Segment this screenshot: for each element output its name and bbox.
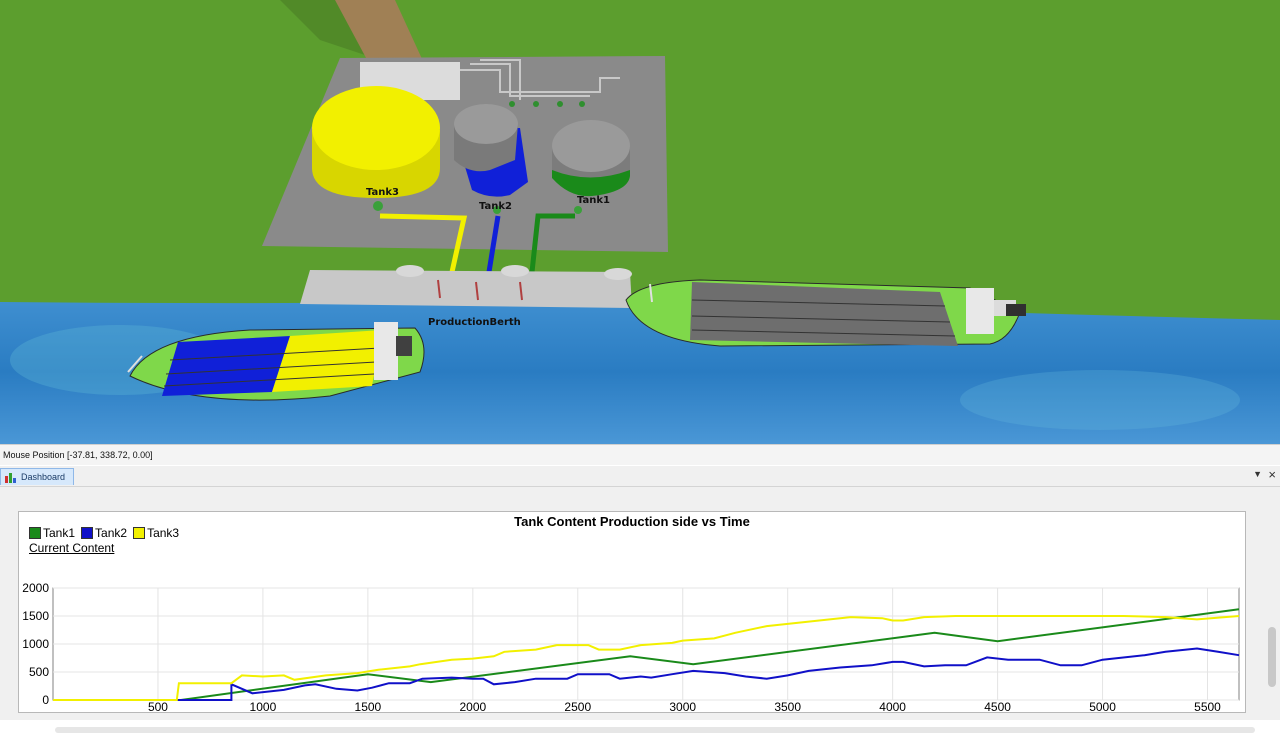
legend-label-tank1: Tank1 <box>43 526 76 540</box>
tank1-label: Tank1 <box>577 195 610 206</box>
3d-model-viewport[interactable]: Tank3 Tank2 Tank1 ProductionBerth <box>0 0 1280 444</box>
tank3-label: Tank3 <box>366 187 399 198</box>
close-icon[interactable]: × <box>1268 467 1276 482</box>
x-tick-label: 5500 <box>1194 700 1221 712</box>
x-tick-label: 3000 <box>669 700 696 712</box>
dashboard-body: Tank Content Production side vs Time Tan… <box>0 487 1280 733</box>
ship-right[interactable] <box>625 279 1026 347</box>
chart-legend: Tank1 Tank2 Tank3 <box>29 526 179 540</box>
production-berth[interactable] <box>300 270 632 308</box>
tank2-label: Tank2 <box>479 201 512 212</box>
y-tick-label: 2000 <box>22 581 49 595</box>
bar-chart-icon <box>5 472 17 483</box>
dashboard-tab-label: Dashboard <box>21 472 66 482</box>
x-tick-label: 3500 <box>774 700 801 712</box>
y-axis-label: Current Content <box>29 541 115 555</box>
plot-area[interactable]: 500 1000 1500 2000 2500 3000 3500 4000 4500 5000 5… <box>19 556 1245 712</box>
x-tick-label: 2500 <box>564 700 591 712</box>
tank1-model[interactable] <box>552 120 630 197</box>
chart-title: Tank Content Production side vs Time <box>514 514 750 529</box>
dashboard-tab[interactable]: Dashboard <box>0 468 75 485</box>
x-tick-label: 500 <box>148 700 168 712</box>
x-tick-label: 5000 <box>1089 700 1116 712</box>
legend-item-tank3[interactable]: Tank3 <box>133 526 179 540</box>
legend-label-tank3: Tank3 <box>147 526 180 540</box>
dashboard-header: Dashboard ▼ × <box>0 466 1280 487</box>
tank-content-chart: Tank Content Production side vs Time Tan… <box>18 511 1255 733</box>
mouse-position-readout: Mouse Position [-37.81, 338.72, 0.00] <box>3 450 153 460</box>
legend-swatch-tank3 <box>133 527 146 539</box>
legend-label-tank2: Tank2 <box>95 526 128 540</box>
legend-swatch-tank2 <box>81 527 94 539</box>
x-tick-label: 1500 <box>355 700 382 712</box>
x-tick-label: 1000 <box>250 700 277 712</box>
vertical-scrollbar[interactable] <box>1268 627 1276 687</box>
y-tick-label: 1500 <box>22 609 49 623</box>
x-tick-label: 2000 <box>459 700 486 712</box>
berth-label: ProductionBerth <box>428 317 521 328</box>
x-tick-label: 4500 <box>984 700 1011 712</box>
horizontal-scrollbar[interactable] <box>55 727 1255 733</box>
legend-swatch-tank1 <box>29 527 41 539</box>
x-tick-label: 4000 <box>879 700 906 712</box>
legend-item-tank1[interactable]: Tank1 <box>29 526 75 540</box>
legend-item-tank2[interactable]: Tank2 <box>81 526 127 540</box>
y-tick-label: 0 <box>42 693 49 707</box>
y-tick-label: 500 <box>29 665 49 679</box>
status-bar: Mouse Position [-37.81, 338.72, 0.00] <box>0 444 1280 465</box>
dropdown-arrow-icon[interactable]: ▼ <box>1253 469 1262 479</box>
tank3-model[interactable] <box>312 86 440 198</box>
y-tick-label: 1000 <box>22 637 49 651</box>
